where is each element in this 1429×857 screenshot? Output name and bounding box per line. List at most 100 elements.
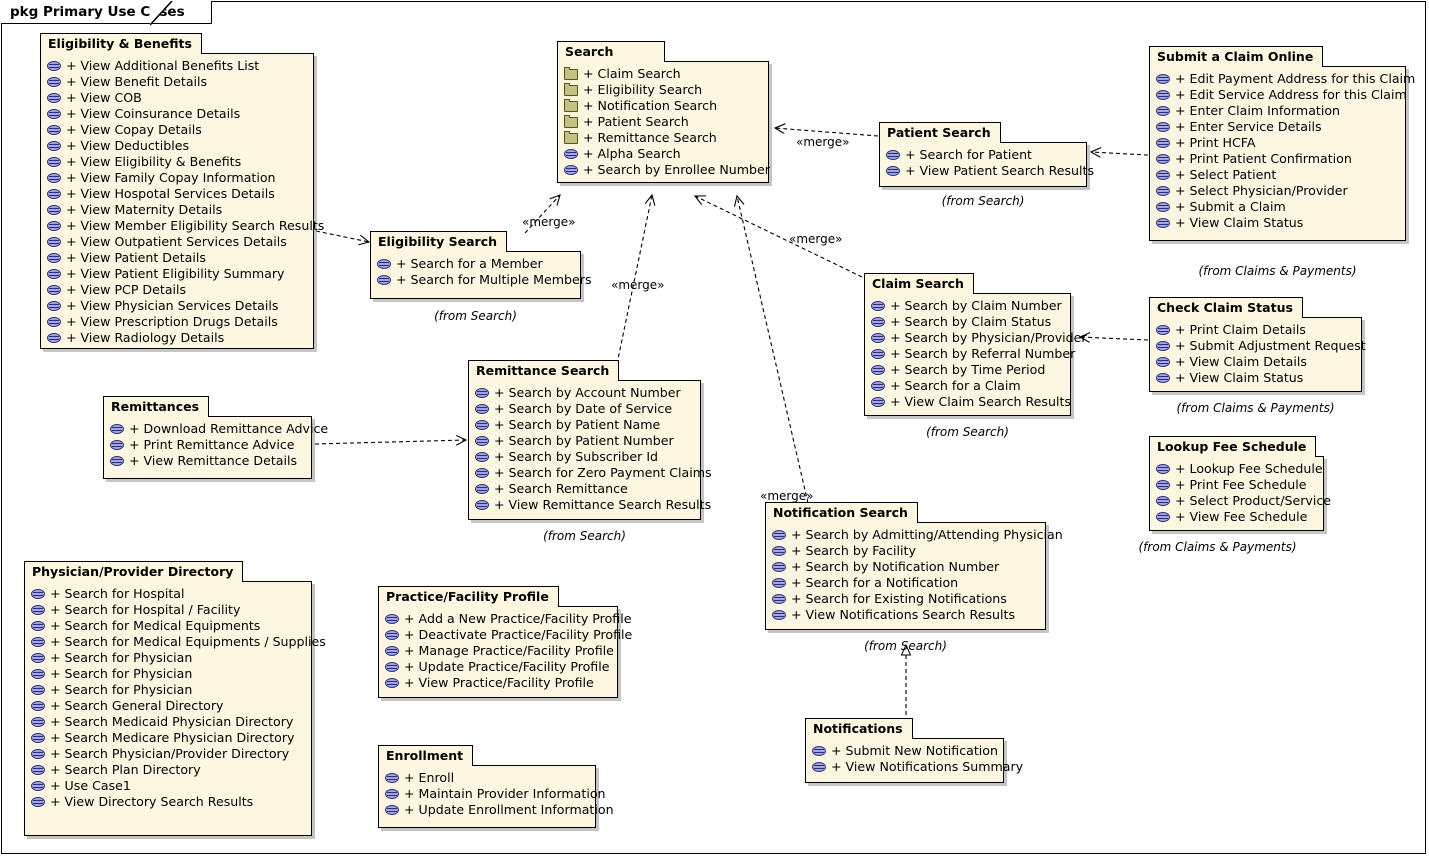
list-item[interactable]: + Select Patient bbox=[1156, 167, 1395, 183]
list-item[interactable]: + Search for Multiple Members bbox=[377, 272, 592, 288]
list-item[interactable]: + Search by Enrollee Number bbox=[564, 162, 770, 178]
list-item[interactable]: + Search for Patient bbox=[886, 147, 1076, 163]
list-item[interactable]: + View PCP Details bbox=[47, 282, 303, 298]
list-item[interactable]: + Search Physician/Provider Directory bbox=[31, 746, 301, 762]
list-item[interactable]: + Search General Directory bbox=[31, 698, 301, 714]
list-item[interactable]: + Edit Payment Address for this Claim bbox=[1156, 71, 1415, 87]
list-item[interactable]: + Download Remittance Advice bbox=[110, 421, 328, 437]
package-physician-provider-directory[interactable]: Physician/Provider Directory + Search fo… bbox=[24, 561, 326, 836]
list-item[interactable]: + Search Plan Directory bbox=[31, 762, 301, 778]
list-item[interactable]: + View Claim Status bbox=[1156, 370, 1351, 386]
list-item[interactable]: + Search for a Notification bbox=[772, 575, 1035, 591]
list-item[interactable]: + Search by Admitting/Attending Physicia… bbox=[772, 527, 1063, 543]
list-item[interactable]: + View Maternity Details bbox=[47, 202, 303, 218]
list-item[interactable]: + View Member Eligibility Search Results bbox=[47, 218, 324, 234]
list-item[interactable]: + Search Remittance bbox=[475, 481, 690, 497]
list-item[interactable]: + View Hospotal Services Details bbox=[47, 186, 303, 202]
list-item[interactable]: + View Patient Details bbox=[47, 250, 303, 266]
package-eligibility-search[interactable]: Eligibility Search + Search for a Member… bbox=[370, 231, 592, 323]
list-item[interactable]: + Search by Subscriber Id bbox=[475, 449, 690, 465]
list-item[interactable]: + View Patient Eligibility Summary bbox=[47, 266, 303, 282]
list-item[interactable]: + Enter Service Details bbox=[1156, 119, 1395, 135]
list-item[interactable]: + Search by Notification Number bbox=[772, 559, 1035, 575]
list-item[interactable]: + Search by Patient Number bbox=[475, 433, 690, 449]
list-item[interactable]: + Search for Hospital / Facility bbox=[31, 602, 301, 618]
list-item[interactable]: + Enroll bbox=[385, 770, 585, 786]
list-item[interactable]: + Search Medicare Physician Directory bbox=[31, 730, 301, 746]
list-item[interactable]: + Print Claim Details bbox=[1156, 322, 1351, 338]
list-item[interactable]: + View Deductibles bbox=[47, 138, 303, 154]
package-patient-search[interactable]: Patient Search + Search for Patient + Vi… bbox=[879, 122, 1094, 208]
list-item[interactable]: + View Claim Details bbox=[1156, 354, 1351, 370]
list-item[interactable]: + Edit Service Address for this Claim bbox=[1156, 87, 1407, 103]
package-claim-search[interactable]: Claim Search + Search by Claim Number + … bbox=[864, 273, 1087, 439]
list-item[interactable]: + View Coinsurance Details bbox=[47, 106, 303, 122]
list-item[interactable]: + Search by Physician/Provider bbox=[871, 330, 1087, 346]
list-item[interactable]: + View Patient Search Results bbox=[886, 163, 1094, 179]
list-item[interactable]: + Manage Practice/Facility Profile bbox=[385, 643, 614, 659]
list-item[interactable]: + View Remittance Search Results bbox=[475, 497, 711, 513]
list-item[interactable]: + Add a New Practice/Facility Profile bbox=[385, 611, 631, 627]
list-item[interactable]: + View Radiology Details bbox=[47, 330, 303, 346]
list-item[interactable]: + View Physician Services Details bbox=[47, 298, 303, 314]
list-item[interactable]: + Notification Search bbox=[564, 98, 758, 114]
list-item[interactable]: + Print HCFA bbox=[1156, 135, 1395, 151]
list-item[interactable]: + Search for Medical Equipments bbox=[31, 618, 301, 634]
list-item[interactable]: + Print Remittance Advice bbox=[110, 437, 301, 453]
list-item[interactable]: + Search for Existing Notifications bbox=[772, 591, 1035, 607]
list-item[interactable]: + Search for a Member bbox=[377, 256, 570, 272]
list-item[interactable]: + View Claim Search Results bbox=[871, 394, 1071, 410]
list-item[interactable]: + Search for Zero Payment Claims bbox=[475, 465, 712, 481]
list-item[interactable]: + Update Enrollment Information bbox=[385, 802, 614, 818]
list-item[interactable]: + View Eligibility & Benefits bbox=[47, 154, 303, 170]
list-item[interactable]: + Select Product/Service bbox=[1156, 493, 1331, 509]
list-item[interactable]: + View Fee Schedule bbox=[1156, 509, 1313, 525]
list-item[interactable]: + View Family Copay Information bbox=[47, 170, 303, 186]
list-item[interactable]: + Print Fee Schedule bbox=[1156, 477, 1313, 493]
list-item[interactable]: + Search Medicaid Physician Directory bbox=[31, 714, 301, 730]
list-item[interactable]: + Lookup Fee Schedule bbox=[1156, 461, 1323, 477]
list-item[interactable]: + Patient Search bbox=[564, 114, 758, 130]
list-item[interactable]: + Update Practice/Facility Profile bbox=[385, 659, 610, 675]
package-lookup-fee-schedule[interactable]: Lookup Fee Schedule + Lookup Fee Schedul… bbox=[1138, 436, 1331, 554]
list-item[interactable]: + Search by Account Number bbox=[475, 385, 690, 401]
list-item[interactable]: + View Outpatient Services Details bbox=[47, 234, 303, 250]
list-item[interactable]: + Search for Physician bbox=[31, 666, 301, 682]
list-item[interactable]: + Deactivate Practice/Facility Profile bbox=[385, 627, 632, 643]
list-item[interactable]: + Search by Facility bbox=[772, 543, 1035, 559]
list-item[interactable]: + View Prescription Drugs Details bbox=[47, 314, 303, 330]
list-item[interactable]: + View Remittance Details bbox=[110, 453, 301, 469]
list-item[interactable]: + View Additional Benefits List bbox=[47, 58, 303, 74]
list-item[interactable]: + Search by Claim Number bbox=[871, 298, 1062, 314]
list-item[interactable]: + Search by Date of Service bbox=[475, 401, 690, 417]
list-item[interactable]: + Print Patient Confirmation bbox=[1156, 151, 1395, 167]
list-item[interactable]: + View Benefit Details bbox=[47, 74, 303, 90]
list-item[interactable]: + Claim Search bbox=[564, 66, 758, 82]
list-item[interactable]: + View Claim Status bbox=[1156, 215, 1395, 231]
list-item[interactable]: + View Directory Search Results bbox=[31, 794, 301, 810]
list-item[interactable]: + Submit a Claim bbox=[1156, 199, 1395, 215]
list-item[interactable]: + Submit New Notification bbox=[812, 743, 998, 759]
list-item[interactable]: + Search by Time Period bbox=[871, 362, 1060, 378]
list-item[interactable]: + View Practice/Facility Profile bbox=[385, 675, 607, 691]
list-item[interactable]: + Select Physician/Provider bbox=[1156, 183, 1395, 199]
package-remittances[interactable]: Remittances + Download Remittance Advice… bbox=[103, 396, 328, 479]
list-item[interactable]: + Eligibility Search bbox=[564, 82, 758, 98]
list-item[interactable]: + Remittance Search bbox=[564, 130, 758, 146]
list-item[interactable]: + Search for Hospital bbox=[31, 586, 301, 602]
list-item[interactable]: + Search for Physician bbox=[31, 682, 301, 698]
package-search[interactable]: Search + Claim Search + Eligibility Sear… bbox=[557, 41, 770, 183]
list-item[interactable]: + View Notifications Search Results bbox=[772, 607, 1035, 623]
list-item[interactable]: + Alpha Search bbox=[564, 146, 758, 162]
list-item[interactable]: + Search for a Claim bbox=[871, 378, 1060, 394]
list-item[interactable]: + Search by Patient Name bbox=[475, 417, 690, 433]
package-eligibility-benefits[interactable]: Eligibility & Benefits + View Additional… bbox=[40, 33, 324, 349]
list-item[interactable]: + View Copay Details bbox=[47, 122, 303, 138]
list-item[interactable]: + Search for Physician bbox=[31, 650, 301, 666]
package-enrollment[interactable]: Enrollment + Enroll + Maintain Provider … bbox=[378, 745, 614, 828]
package-check-claim-status[interactable]: Check Claim Status + Print Claim Details… bbox=[1149, 297, 1366, 415]
package-remittance-search[interactable]: Remittance Search + Search by Account Nu… bbox=[468, 360, 712, 543]
list-item[interactable]: + Maintain Provider Information bbox=[385, 786, 606, 802]
list-item[interactable]: + Search by Claim Status bbox=[871, 314, 1060, 330]
list-item[interactable]: + Use Case1 bbox=[31, 778, 301, 794]
